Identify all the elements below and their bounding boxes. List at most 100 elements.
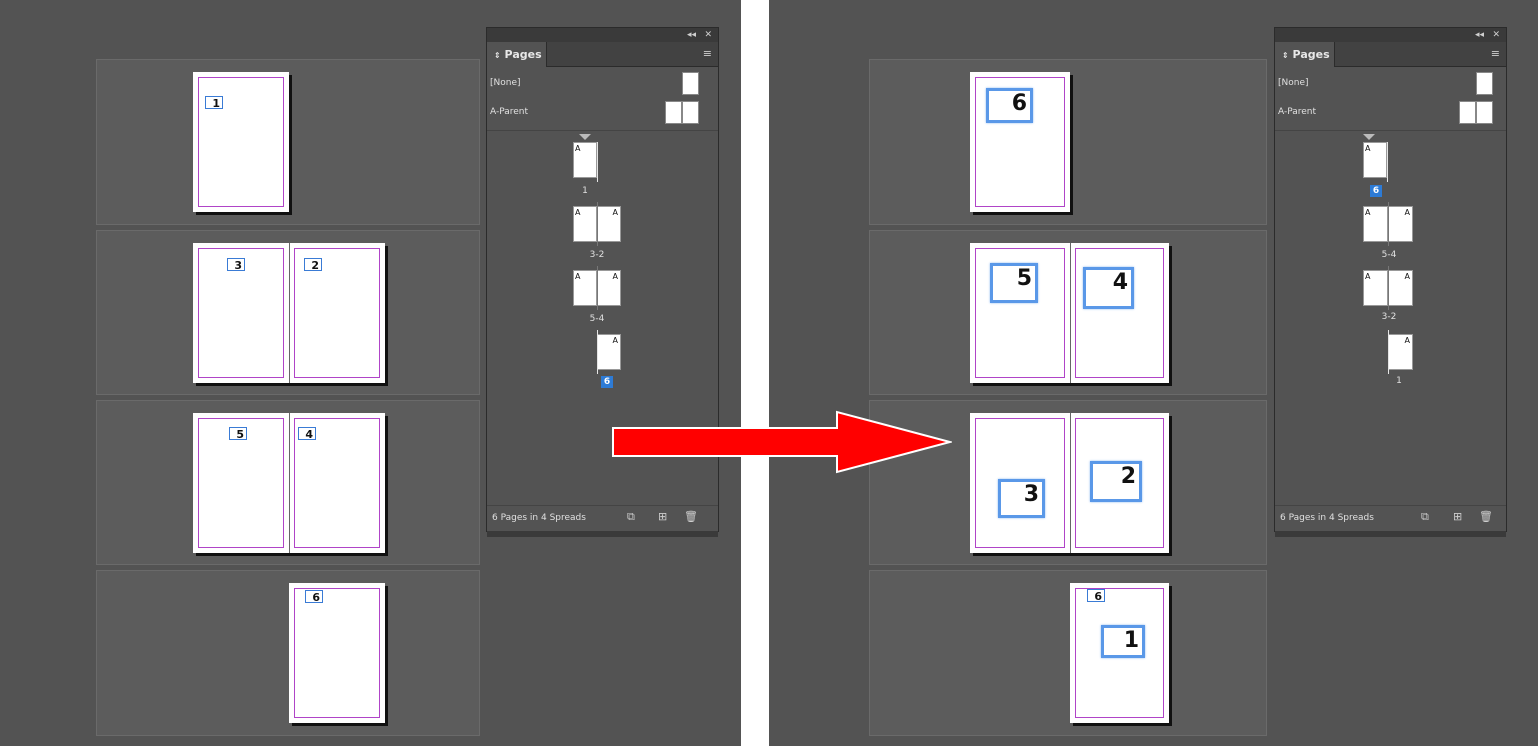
thumb-prefix: A bbox=[1365, 208, 1371, 217]
trash-icon[interactable]: 🗑 bbox=[684, 510, 698, 523]
page-1[interactable]: 6 1 bbox=[1070, 583, 1169, 723]
spread-row-2: 3 2 bbox=[96, 230, 480, 395]
panel-menu-icon[interactable]: ≡ bbox=[1491, 48, 1500, 60]
page-4[interactable]: 4 bbox=[289, 413, 385, 553]
spread-row-1: 6 bbox=[869, 59, 1267, 225]
insert-marker-icon bbox=[1363, 134, 1375, 140]
spread-thumb-label: 5-4 bbox=[589, 314, 605, 324]
parent-a-thumb-right[interactable] bbox=[682, 101, 699, 124]
page-thumb-3[interactable]: A bbox=[573, 206, 597, 242]
new-page-icon[interactable]: ⊞ bbox=[658, 510, 667, 523]
spine-line bbox=[1388, 330, 1389, 374]
page-thumb-4[interactable]: A bbox=[597, 270, 621, 306]
page-thumb-4[interactable]: A bbox=[1388, 206, 1413, 242]
page-4[interactable]: 4 bbox=[1070, 243, 1169, 383]
close-icon[interactable]: ✕ bbox=[1492, 28, 1500, 42]
text-frame-page-number-small[interactable]: 6 bbox=[1087, 589, 1105, 602]
parent-a-thumb-left[interactable] bbox=[665, 101, 682, 124]
panel-status-bar: 6 Pages in 4 Spreads ⧉ ⊞ 🗑 bbox=[487, 505, 718, 531]
parent-none-label[interactable]: [None] bbox=[490, 78, 521, 88]
page-2[interactable]: 2 bbox=[289, 243, 385, 383]
page-thumb-6[interactable]: A bbox=[1363, 142, 1387, 178]
page-thumb-5[interactable]: A bbox=[1363, 206, 1388, 242]
parent-a-thumb-right[interactable] bbox=[1476, 101, 1493, 124]
spread-thumb-label: 3-2 bbox=[1381, 312, 1397, 322]
thumb-prefix: A bbox=[1404, 336, 1410, 345]
panel-resize-grip[interactable] bbox=[1275, 531, 1506, 537]
text-frame-page-number[interactable]: 3 bbox=[227, 258, 245, 271]
thumb-prefix: A bbox=[575, 208, 581, 217]
text-frame-page-number[interactable]: 4 bbox=[298, 427, 316, 440]
text-frame-page-number[interactable]: 6 bbox=[986, 88, 1033, 123]
page-thumb-5[interactable]: A bbox=[573, 270, 597, 306]
spine-line bbox=[1387, 142, 1388, 182]
text-frame-page-number[interactable]: 2 bbox=[1090, 461, 1142, 502]
thumb-prefix: A bbox=[575, 144, 581, 153]
page-margin bbox=[294, 588, 380, 718]
spread-row-4: 6 bbox=[96, 570, 480, 736]
page-thumb-1[interactable]: A bbox=[1388, 334, 1413, 370]
text-frame-page-number[interactable]: 6 bbox=[305, 590, 323, 603]
page-3[interactable]: 3 bbox=[193, 243, 289, 383]
panel-titlebar: ◂◂ ✕ bbox=[487, 28, 718, 43]
spread-row-1: 1 bbox=[96, 59, 480, 225]
selected-page-label: 6 bbox=[601, 376, 613, 388]
page-6[interactable]: 6 bbox=[289, 583, 385, 723]
new-page-icon[interactable]: ⊞ bbox=[1453, 510, 1462, 523]
page-5[interactable]: 5 bbox=[193, 413, 289, 553]
edit-page-size-icon[interactable]: ⧉ bbox=[627, 510, 635, 524]
edit-page-size-icon[interactable]: ⧉ bbox=[1421, 510, 1429, 524]
tab-pages[interactable]: ⇕ Pages bbox=[487, 42, 547, 67]
collapse-icon[interactable]: ◂◂ bbox=[687, 28, 696, 42]
page-count-status: 6 Pages in 4 Spreads bbox=[492, 513, 586, 523]
text-frame-page-number[interactable]: 1 bbox=[1101, 625, 1145, 658]
tab-label: Pages bbox=[504, 48, 542, 61]
spine-line bbox=[597, 266, 598, 310]
text-frame-page-number[interactable]: 3 bbox=[998, 479, 1045, 518]
page-2[interactable]: 2 bbox=[1070, 413, 1169, 553]
tab-pages[interactable]: ⇕ Pages bbox=[1275, 42, 1335, 67]
spine-line bbox=[597, 330, 598, 374]
parent-a-label[interactable]: A-Parent bbox=[490, 107, 528, 117]
spread-row-4: 6 1 bbox=[869, 570, 1267, 736]
text-frame-page-number[interactable]: 5 bbox=[229, 427, 247, 440]
trash-icon[interactable]: 🗑 bbox=[1479, 510, 1493, 523]
page-thumb-2[interactable]: A bbox=[597, 206, 621, 242]
page-thumb-label: 1 bbox=[1396, 376, 1402, 386]
tab-chevron-icon: ⇕ bbox=[1282, 51, 1289, 60]
after-document-view: 6 5 4 3 2 6 1 ◂◂ ✕ ⇕ Pages ≡ [None] A-Pa… bbox=[769, 0, 1538, 746]
text-frame-page-number[interactable]: 5 bbox=[990, 263, 1038, 303]
text-frame-page-number[interactable]: 2 bbox=[304, 258, 322, 271]
panel-resize-grip[interactable] bbox=[487, 531, 718, 537]
panel-menu-icon[interactable]: ≡ bbox=[703, 48, 712, 60]
page-1[interactable]: 1 bbox=[193, 72, 289, 212]
page-thumb-6[interactable]: A bbox=[597, 334, 621, 370]
thumb-prefix: A bbox=[612, 208, 618, 217]
collapse-icon[interactable]: ◂◂ bbox=[1475, 28, 1484, 42]
pages-panel: ◂◂ ✕ ⇕ Pages ≡ [None] A-Parent A 6 A A 5… bbox=[1274, 27, 1507, 537]
parent-a-thumb-left[interactable] bbox=[1459, 101, 1476, 124]
parent-none-label[interactable]: [None] bbox=[1278, 78, 1309, 88]
page-thumb-2[interactable]: A bbox=[1388, 270, 1413, 306]
spine-line bbox=[597, 142, 598, 182]
page-3[interactable]: 3 bbox=[970, 413, 1070, 553]
thumb-prefix: A bbox=[612, 336, 618, 345]
spine-line bbox=[1388, 202, 1389, 246]
page-5[interactable]: 5 bbox=[970, 243, 1070, 383]
thumb-prefix: A bbox=[1404, 208, 1410, 217]
thumb-prefix: A bbox=[1404, 272, 1410, 281]
page-6[interactable]: 6 bbox=[970, 72, 1070, 212]
parent-none-thumb[interactable] bbox=[682, 72, 699, 95]
parent-a-label[interactable]: A-Parent bbox=[1278, 107, 1316, 117]
page-thumb-1[interactable]: A bbox=[573, 142, 597, 178]
page-thumb-3[interactable]: A bbox=[1363, 270, 1388, 306]
close-icon[interactable]: ✕ bbox=[704, 28, 712, 42]
white-divider bbox=[741, 0, 769, 746]
parent-none-thumb[interactable] bbox=[1476, 72, 1493, 95]
spread-row-3: 5 4 bbox=[96, 400, 480, 565]
thumb-prefix: A bbox=[1365, 272, 1371, 281]
thumb-prefix: A bbox=[612, 272, 618, 281]
text-frame-page-number[interactable]: 4 bbox=[1083, 267, 1134, 309]
text-frame-page-number[interactable]: 1 bbox=[205, 96, 223, 109]
page-count-status: 6 Pages in 4 Spreads bbox=[1280, 513, 1374, 523]
